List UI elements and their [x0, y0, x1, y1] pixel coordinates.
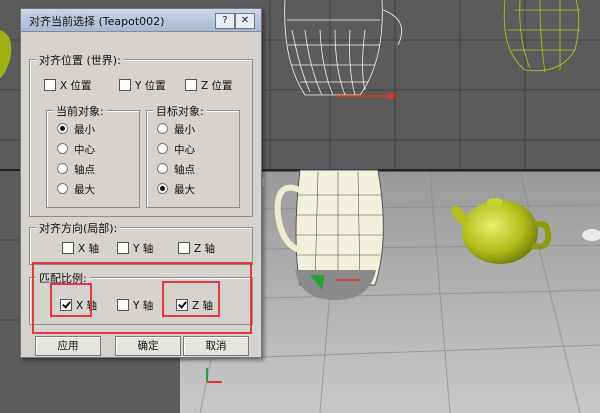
dialog-titlebar[interactable]: 对齐当前选择 (Teapot002) ? ✕	[21, 9, 261, 32]
orient-x-checkbox[interactable]: X 轴	[62, 241, 99, 256]
target-min-label: 最小	[174, 124, 195, 136]
cancel-button[interactable]: 取消	[183, 336, 249, 356]
y-position-label: Y 位置	[135, 80, 166, 92]
target-center-label: 中心	[174, 144, 195, 156]
current-min-label: 最小	[74, 124, 95, 136]
target-center-dot[interactable]	[157, 143, 168, 154]
target-max-dot[interactable]	[157, 183, 168, 194]
svg-text:[: [	[262, 178, 266, 188]
current-center-radio[interactable]: 中心	[57, 142, 95, 157]
target-pivot-radio[interactable]: 轴点	[157, 162, 195, 177]
target-pivot-dot[interactable]	[157, 163, 168, 174]
align-orientation-group: 对齐方向(局部): X 轴 Y 轴 Z 轴	[29, 220, 253, 265]
current-max-dot[interactable]	[57, 183, 68, 194]
align-position-group: 对齐位置 (世界): X 位置 Y 位置 Z 位置 当前对象: 最小 中心 轴点…	[29, 52, 253, 217]
current-max-label: 最大	[74, 184, 95, 196]
align-orientation-title: 对齐方向(局部):	[36, 220, 121, 236]
orient-z-label: Z 轴	[194, 243, 216, 255]
orient-x-label: X 轴	[78, 243, 100, 255]
x-position-box[interactable]	[44, 79, 56, 91]
orient-y-label: Y 轴	[133, 243, 154, 255]
x-position-checkbox[interactable]: X 位置	[44, 78, 92, 93]
current-center-dot[interactable]	[57, 143, 68, 154]
current-pivot-dot[interactable]	[57, 163, 68, 174]
scale-z-highlight	[162, 281, 220, 317]
orient-z-box[interactable]	[178, 242, 190, 254]
target-max-radio[interactable]: 最大	[157, 182, 195, 197]
close-button[interactable]: ✕	[235, 13, 255, 29]
y-position-checkbox[interactable]: Y 位置	[119, 78, 166, 93]
y-position-box[interactable]	[119, 79, 131, 91]
current-pivot-label: 轴点	[74, 164, 95, 176]
target-center-radio[interactable]: 中心	[157, 142, 195, 157]
x-position-label: X 位置	[60, 80, 92, 92]
ok-button[interactable]: 确定	[115, 336, 181, 356]
current-min-dot[interactable]	[57, 123, 68, 134]
target-max-label: 最大	[174, 184, 195, 196]
orient-x-box[interactable]	[62, 242, 74, 254]
align-position-title: 对齐位置 (世界):	[36, 52, 124, 68]
apply-button[interactable]: 应用	[35, 336, 101, 356]
target-object-group: 目标对象: 最小 中心 轴点 最大	[146, 103, 240, 208]
orient-y-checkbox[interactable]: Y 轴	[117, 241, 153, 256]
z-position-box[interactable]	[185, 79, 197, 91]
current-pivot-radio[interactable]: 轴点	[57, 162, 95, 177]
target-pivot-label: 轴点	[174, 164, 195, 176]
help-button[interactable]: ?	[215, 13, 235, 29]
current-object-title: 当前对象:	[53, 103, 107, 119]
current-object-group: 当前对象: 最小 中心 轴点 最大	[46, 103, 140, 208]
current-max-radio[interactable]: 最大	[57, 182, 95, 197]
target-min-dot[interactable]	[157, 123, 168, 134]
z-position-label: Z 位置	[201, 80, 233, 92]
orient-y-box[interactable]	[117, 242, 129, 254]
current-center-label: 中心	[74, 144, 95, 156]
scale-x-highlight	[50, 283, 92, 317]
orient-z-checkbox[interactable]: Z 轴	[178, 241, 215, 256]
dialog-title: 对齐当前选择 (Teapot002)	[29, 15, 165, 28]
current-min-radio[interactable]: 最小	[57, 122, 95, 137]
z-position-checkbox[interactable]: Z 位置	[185, 78, 233, 93]
target-min-radio[interactable]: 最小	[157, 122, 195, 137]
target-object-title: 目标对象:	[153, 103, 207, 119]
